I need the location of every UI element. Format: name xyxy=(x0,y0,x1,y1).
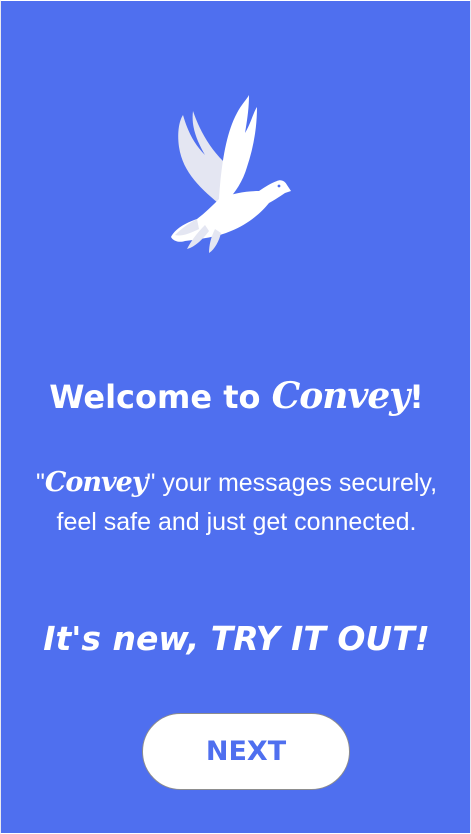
brand-name: Convey xyxy=(271,375,411,417)
try-it-out-heading: It's new, TRY IT OUT! xyxy=(43,619,430,658)
tagline-line-2: feel safe and just get connected. xyxy=(56,508,417,536)
tagline-line-1: "Convey" your messages securely, xyxy=(1,463,470,503)
welcome-heading: Welcome to Convey! xyxy=(1,373,470,420)
welcome-suffix: ! xyxy=(409,378,424,416)
welcome-screen: Welcome to Convey! "Convey" your message… xyxy=(0,0,471,834)
tagline-line-1-rest: " your messages securely, xyxy=(146,469,438,497)
welcome-prefix: Welcome to xyxy=(49,378,272,416)
next-button[interactable]: NEXT xyxy=(142,713,350,790)
tagline: "Convey" your messages securely, feel sa… xyxy=(1,463,470,542)
tagline-brand-name: Convey xyxy=(44,467,148,498)
tagline-open-quote: " xyxy=(35,469,45,497)
dove-icon xyxy=(171,95,291,253)
